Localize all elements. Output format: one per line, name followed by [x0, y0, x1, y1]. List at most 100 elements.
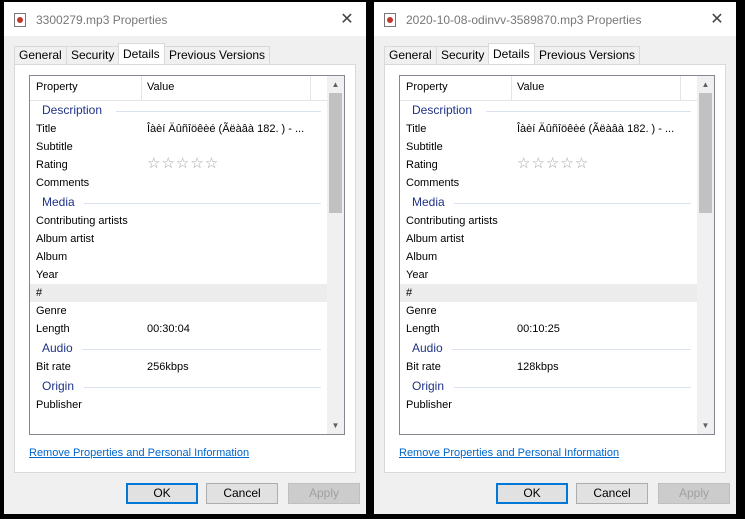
list-rows: Description Title Îàèí Äûñîöêèé (Ãëàâà 182… [400, 100, 697, 414]
list-row[interactable]: Album artist [400, 230, 697, 248]
column-header-property[interactable]: Property [36, 81, 78, 93]
list-row[interactable]: Length 00:30:04 [30, 320, 327, 338]
rating-stars[interactable]: ☆☆☆☆☆ [147, 155, 219, 173]
list-row[interactable]: Bit rate 256kbps [30, 358, 327, 376]
tab-details[interactable]: Details [118, 43, 165, 64]
list-row[interactable]: Genre [30, 302, 327, 320]
section-label: Media [42, 195, 81, 209]
cancel-button[interactable]: Cancel [206, 483, 278, 504]
properties-list[interactable]: Property Value Description Title Îàèí Äûñîöê… [29, 75, 345, 435]
scroll-thumb[interactable] [699, 93, 712, 213]
list-row[interactable]: Publisher [30, 396, 327, 414]
section-divider [84, 387, 321, 388]
ok-button[interactable]: OK [496, 483, 568, 504]
property-name: # [36, 287, 43, 299]
details-panel: Property Value Description Title Îàèí Äûñîöê… [14, 64, 356, 473]
column-separator[interactable] [680, 76, 681, 100]
property-name: Publisher [406, 399, 452, 411]
property-name: Album [406, 251, 438, 263]
list-row[interactable]: Comments [30, 174, 327, 192]
section-label: Description [412, 103, 479, 117]
list-header: Property Value [30, 76, 327, 101]
scroll-down-arrow-icon[interactable]: ▼ [327, 417, 344, 434]
list-row[interactable]: # [30, 284, 327, 302]
list-row[interactable]: Subtitle [30, 138, 327, 156]
list-row[interactable]: # [400, 284, 697, 302]
section-divider [82, 349, 321, 350]
vertical-scrollbar[interactable]: ▲ ▼ [697, 76, 714, 434]
list-row[interactable]: Album [30, 248, 327, 266]
section-label: Origin [42, 379, 81, 393]
section-origin: Origin [400, 376, 697, 396]
list-row[interactable]: Length 00:10:25 [400, 320, 697, 338]
list-row[interactable]: Year [30, 266, 327, 284]
property-name: Contributing artists [406, 215, 498, 227]
property-value: 00:30:04 [147, 323, 190, 335]
tab-security[interactable]: Security [66, 46, 120, 64]
properties-dialog-right: 2020-10-08-odinvv-3589870.mp3 Properties… [374, 2, 736, 514]
column-separator[interactable] [511, 76, 512, 100]
tab-general[interactable]: General [14, 46, 67, 64]
column-header-property[interactable]: Property [406, 81, 448, 93]
list-row[interactable]: Contributing artists [400, 212, 697, 230]
section-description: Description [30, 100, 327, 120]
scroll-down-arrow-icon[interactable]: ▼ [697, 417, 714, 434]
list-row[interactable]: Title Îàèí Äûñîöêèé (Ãëàâà 182. ) - ... [400, 120, 697, 138]
list-row[interactable]: Year [400, 266, 697, 284]
property-name: Title [406, 123, 427, 135]
property-name: Subtitle [36, 141, 73, 153]
properties-list[interactable]: Property Value Description Title Îàèí Äûñîöê… [399, 75, 715, 435]
mp3-file-icon [14, 13, 26, 27]
property-name: Rating [36, 159, 68, 171]
remove-properties-link[interactable]: Remove Properties and Personal Informati… [399, 447, 619, 459]
tab-general[interactable]: General [384, 46, 437, 64]
vertical-scrollbar[interactable]: ▲ ▼ [327, 76, 344, 434]
tab-details[interactable]: Details [488, 43, 535, 64]
list-row[interactable]: Rating ☆☆☆☆☆ [400, 155, 697, 174]
cancel-button[interactable]: Cancel [576, 483, 648, 504]
column-separator[interactable] [141, 76, 142, 100]
list-row[interactable]: Album artist [30, 230, 327, 248]
section-label: Audio [42, 341, 79, 355]
section-divider [452, 349, 691, 350]
list-row[interactable]: Subtitle [400, 138, 697, 156]
list-row[interactable]: Rating ☆☆☆☆☆ [30, 155, 327, 174]
list-row[interactable]: Contributing artists [30, 212, 327, 230]
apply-button[interactable]: Apply [658, 483, 730, 504]
section-label: Audio [412, 341, 449, 355]
tab-security[interactable]: Security [436, 46, 490, 64]
scroll-thumb[interactable] [329, 93, 342, 213]
section-description: Description [400, 100, 697, 120]
property-name: Album [36, 251, 68, 263]
section-divider [454, 387, 691, 388]
property-name: Publisher [36, 399, 82, 411]
section-label: Description [42, 103, 109, 117]
list-row[interactable]: Album [400, 248, 697, 266]
list-header: Property Value [400, 76, 697, 101]
scroll-up-arrow-icon[interactable]: ▲ [327, 76, 344, 93]
column-header-value[interactable]: Value [147, 81, 174, 93]
remove-properties-link[interactable]: Remove Properties and Personal Informati… [29, 447, 249, 459]
property-name: Genre [36, 305, 67, 317]
close-button[interactable]: ✕ [334, 8, 360, 32]
section-origin: Origin [30, 376, 327, 396]
ok-button[interactable]: OK [126, 483, 198, 504]
property-name: Length [36, 323, 70, 335]
section-divider [84, 203, 321, 204]
rating-stars[interactable]: ☆☆☆☆☆ [517, 155, 589, 173]
details-panel: Property Value Description Title Îàèí Äûñîöê… [384, 64, 726, 473]
scroll-up-arrow-icon[interactable]: ▲ [697, 76, 714, 93]
column-separator[interactable] [310, 76, 311, 100]
tab-previous-versions[interactable]: Previous Versions [164, 46, 271, 64]
dialog-title: 3300279.mp3 Properties [36, 13, 168, 27]
apply-button[interactable]: Apply [288, 483, 360, 504]
list-row[interactable]: Bit rate 128kbps [400, 358, 697, 376]
close-button[interactable]: ✕ [704, 8, 730, 32]
column-header-value[interactable]: Value [517, 81, 544, 93]
list-row[interactable]: Comments [400, 174, 697, 192]
list-row[interactable]: Title Îàèí Äûñîöêèé (Ãëàâà 182. ) - ... [30, 120, 327, 138]
tab-previous-versions[interactable]: Previous Versions [534, 46, 641, 64]
list-row[interactable]: Publisher [400, 396, 697, 414]
list-row[interactable]: Genre [400, 302, 697, 320]
section-media: Media [400, 192, 697, 212]
